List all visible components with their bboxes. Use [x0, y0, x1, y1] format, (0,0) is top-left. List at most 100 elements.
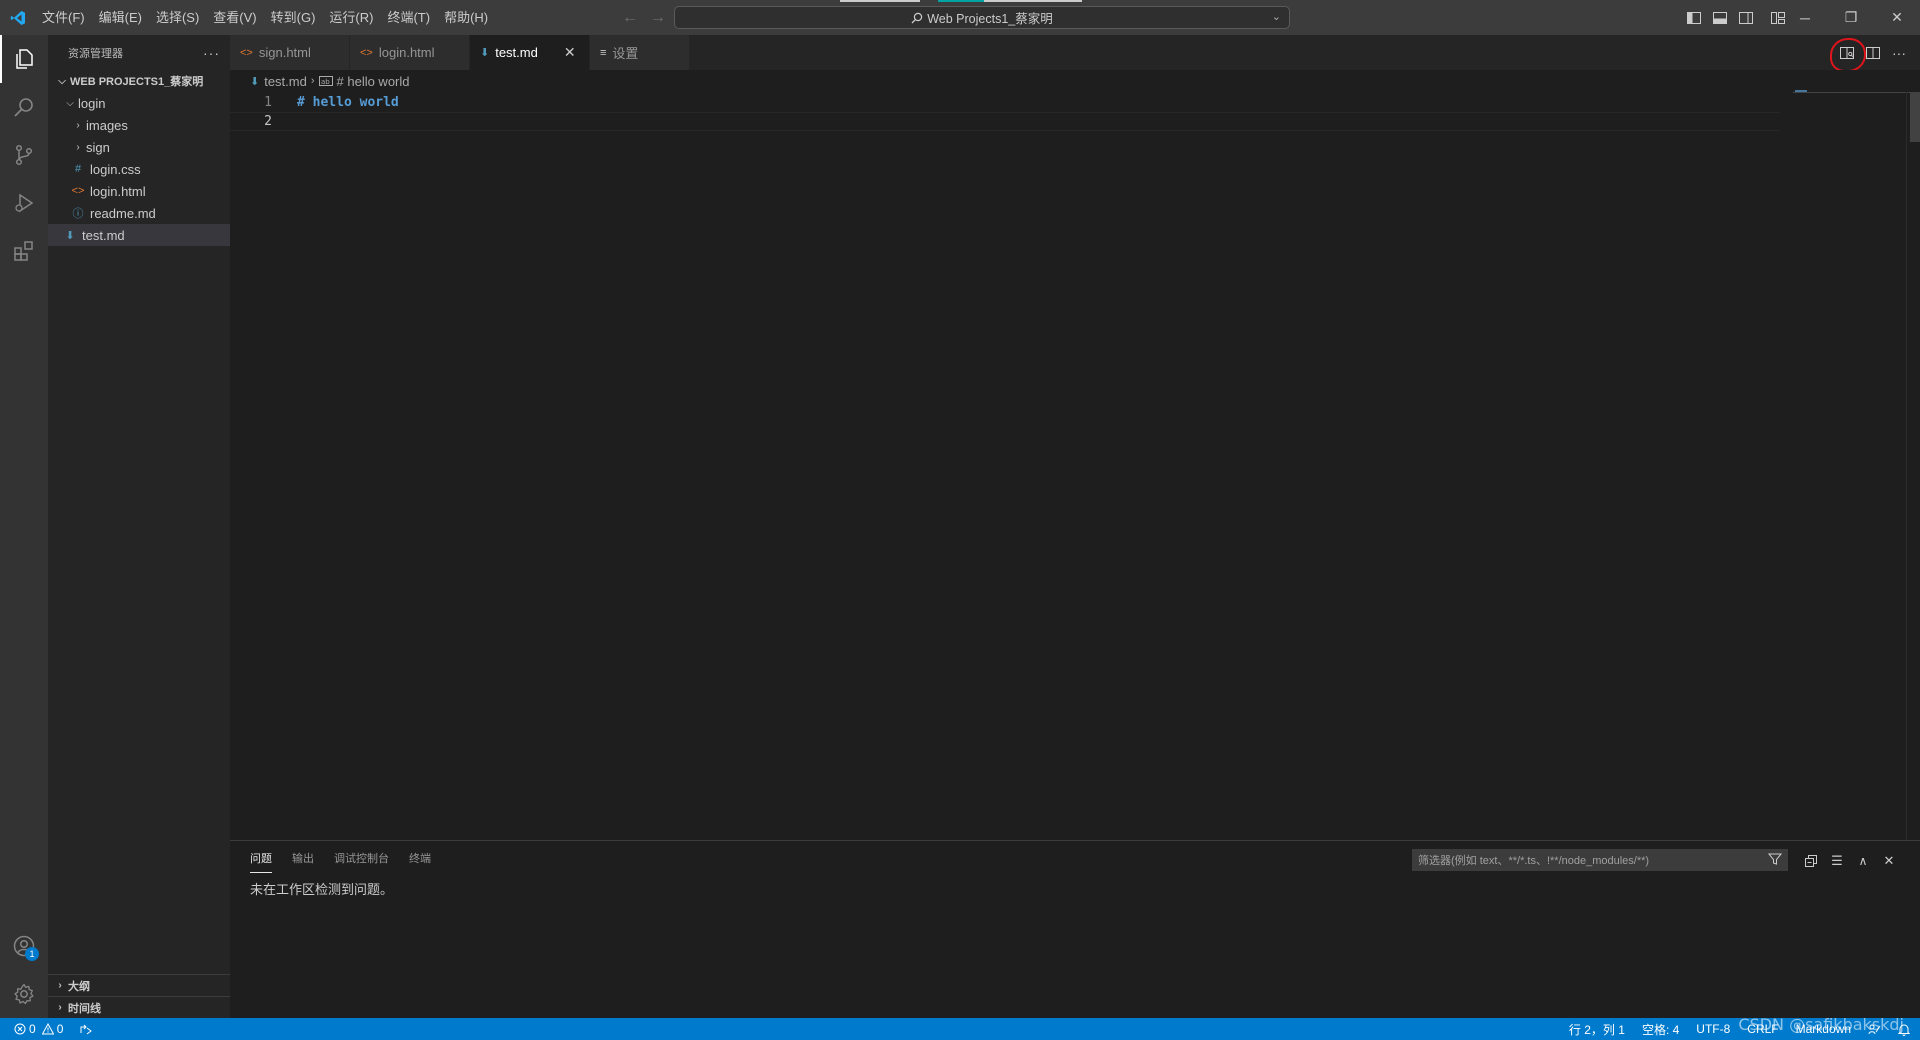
line-content: # hello world [297, 95, 399, 110]
timeline-section[interactable]: › 时间线 [48, 996, 230, 1018]
css-file-icon: # [74, 163, 82, 175]
explorer-sidebar: 资源管理器 ··· ⌵ WEB PROJECTS1_蔡家明 ⌵ login › … [48, 35, 230, 1018]
warning-count: 0 [56, 1022, 64, 1036]
chevron-right-icon: › [58, 980, 62, 991]
tree-item-label: readme.md [90, 205, 156, 221]
editor-actions: ··· [1830, 35, 1910, 72]
accounts-icon[interactable]: 1 [0, 922, 48, 970]
run-debug-icon[interactable] [0, 179, 48, 227]
tab-login-html[interactable]: <> login.html [350, 35, 470, 70]
watermark: CSDN @safikbakskdj [1738, 1015, 1904, 1034]
markdown-file-icon: ⬇ [480, 47, 490, 59]
close-tab-icon[interactable]: ✕ [564, 44, 576, 61]
window-indicator [984, 0, 1082, 2]
symbol-string-icon: ab [318, 76, 333, 86]
vscode-logo-icon [0, 0, 35, 35]
menu-help[interactable]: 帮助(H) [437, 0, 495, 35]
svg-text:ab: ab [321, 78, 330, 86]
toggle-secondary-sidebar-icon[interactable] [1735, 7, 1757, 29]
tab-sign-html[interactable]: <> sign.html [230, 35, 350, 70]
close-window-icon[interactable]: ✕ [1874, 0, 1920, 35]
tab-label: login.html [378, 45, 435, 60]
breadcrumb-file[interactable]: test.md [264, 74, 307, 89]
explorer-icon[interactable] [0, 35, 48, 83]
tree-folder-login[interactable]: ⌵ login [48, 92, 230, 114]
tab-terminal[interactable]: 终端 [409, 849, 431, 873]
tab-output[interactable]: 输出 [292, 849, 314, 873]
minimap[interactable] [1793, 92, 1913, 96]
chevron-down-icon: ⌵ [58, 75, 66, 87]
maximize-panel-icon[interactable]: ∧ [1852, 850, 1874, 872]
extensions-icon[interactable] [0, 227, 48, 275]
window-indicator [840, 0, 920, 2]
markdown-file-icon: ⬇ [65, 229, 75, 242]
forward-arrow-icon[interactable]: → [650, 9, 666, 27]
code-editor[interactable]: 1 # hello world 2 [230, 90, 1920, 840]
editor-tabs: <> sign.html <> login.html ⬇ test.md ✕ ≡… [230, 35, 1920, 72]
menu-run[interactable]: 运行(R) [322, 0, 380, 35]
tree-item-label: login.html [90, 183, 146, 199]
back-arrow-icon[interactable]: ← [622, 9, 638, 27]
tree-folder-sign[interactable]: › sign [48, 136, 230, 158]
restore-icon[interactable]: ❐ [1828, 0, 1874, 35]
more-actions-icon[interactable]: ··· [1888, 42, 1910, 64]
html-file-icon: <> [240, 46, 253, 59]
source-control-icon[interactable] [0, 131, 48, 179]
filter-icon[interactable] [1768, 852, 1782, 866]
cursor-position[interactable]: 行 2，列 1 [1569, 1021, 1625, 1038]
menu-file[interactable]: 文件(F) [35, 0, 92, 35]
menu-go[interactable]: 转到(G) [264, 0, 323, 35]
breadcrumb-symbol[interactable]: # hello world [337, 74, 410, 89]
view-as-list-icon[interactable]: ☰ [1826, 850, 1848, 872]
live-share-icon[interactable] [79, 1023, 93, 1035]
error-count: 0 [29, 1022, 36, 1036]
scrollbar-thumb[interactable] [1910, 92, 1920, 142]
html-file-icon: <> [360, 46, 373, 59]
menu-edit[interactable]: 编辑(E) [92, 0, 149, 35]
editor-scrollbar[interactable] [1906, 92, 1920, 840]
editor-line-current: 2 [230, 112, 1780, 131]
tree-file-test-md[interactable]: ⬇ test.md [48, 224, 230, 246]
window-controls: ─ ❐ ✕ [1782, 0, 1920, 35]
tab-test-md[interactable]: ⬇ test.md ✕ [470, 35, 590, 70]
settings-list-icon: ≡ [600, 46, 607, 59]
chevron-right-icon: › [76, 119, 80, 131]
encoding[interactable]: UTF-8 [1696, 1022, 1730, 1036]
tree-file-login-css[interactable]: # login.css [48, 158, 230, 180]
tree-file-readme-md[interactable]: ⓘ readme.md [48, 202, 230, 224]
problems-filter-input[interactable]: 筛选器(例如 text、**/*.ts、!**/node_modules/**) [1412, 849, 1788, 871]
toggle-primary-sidebar-icon[interactable] [1683, 7, 1705, 29]
collapse-all-icon[interactable] [1800, 850, 1822, 872]
panel-tabs: 问题 输出 调试控制台 终端 [250, 849, 431, 873]
workspace-root-folder[interactable]: ⌵ WEB PROJECTS1_蔡家明 [48, 70, 230, 92]
menu-bar: 文件(F) 编辑(E) 选择(S) 查看(V) 转到(G) 运行(R) 终端(T… [35, 0, 495, 35]
section-label: 时间线 [68, 1002, 101, 1015]
line-number: 1 [264, 95, 272, 110]
menu-view[interactable]: 查看(V) [206, 0, 263, 35]
window-indicator [938, 0, 984, 2]
problems-status[interactable]: 0 0 [14, 1022, 63, 1036]
open-preview-to-side-icon[interactable] [1830, 37, 1866, 72]
tree-folder-images[interactable]: › images [48, 114, 230, 136]
chevron-down-icon: ⌵ [66, 97, 74, 109]
markdown-file-icon: ⬇ [250, 75, 260, 88]
menu-selection[interactable]: 选择(S) [149, 0, 206, 35]
outline-section[interactable]: › 大纲 [48, 974, 230, 996]
tree-item-label: login.css [90, 161, 141, 177]
close-panel-icon[interactable]: ✕ [1878, 850, 1900, 872]
html-file-icon: <> [71, 185, 85, 197]
toggle-panel-icon[interactable] [1709, 7, 1731, 29]
search-icon [911, 12, 923, 23]
tab-settings[interactable]: ≡ 设置 [590, 35, 690, 70]
tab-debug-console[interactable]: 调试控制台 [334, 849, 389, 873]
tree-file-login-html[interactable]: <> login.html [48, 180, 230, 202]
sidebar-title: 资源管理器 [68, 47, 123, 60]
search-icon[interactable] [0, 83, 48, 131]
tab-problems[interactable]: 问题 [250, 849, 272, 873]
manage-gear-icon[interactable] [0, 970, 48, 1018]
more-actions-icon[interactable]: ··· [203, 45, 220, 61]
minimize-icon[interactable]: ─ [1782, 0, 1828, 35]
menu-terminal[interactable]: 终端(T) [380, 0, 437, 35]
command-center[interactable]: Web Projects1_蔡家明 ⌄ [674, 6, 1290, 29]
indentation[interactable]: 空格: 4 [1642, 1021, 1679, 1038]
